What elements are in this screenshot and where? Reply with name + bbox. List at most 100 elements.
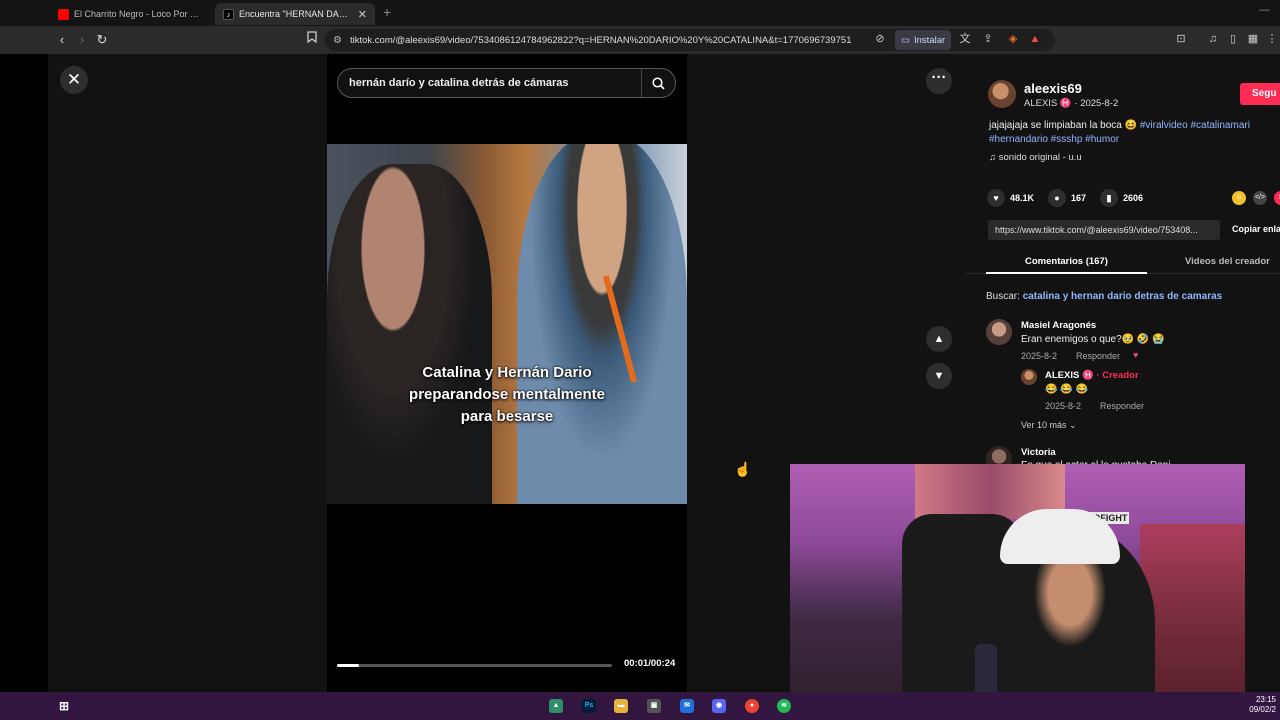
username[interactable]: aleexis69 — [1024, 81, 1082, 96]
comment-date: 2025-8-2 — [1021, 351, 1058, 361]
new-tab-button[interactable]: + — [383, 4, 391, 20]
taskbar: ⊞ ▲ Ps ▬ ▣ ✉ ◉ ● ≋ 23:15 09/02/2 — [0, 692, 1280, 720]
monitor-icon: ▭ — [901, 34, 910, 46]
discord-icon[interactable]: ◉ — [712, 699, 726, 713]
more-options-icon[interactable]: ··· — [926, 68, 952, 94]
sidebar-icon[interactable]: ▯ — [1225, 31, 1241, 47]
extensions-icon[interactable]: ▦ — [1245, 31, 1261, 47]
forward-icon[interactable]: › — [72, 30, 92, 50]
translate-icon[interactable]: 文 — [957, 31, 973, 47]
comment-author[interactable]: Victoria — [1021, 447, 1056, 458]
search-input[interactable]: hernán darío y catalina detrás de cámara… — [338, 77, 641, 89]
hand-cursor-icon: ☝ — [734, 461, 752, 477]
share-icon[interactable]: ⇪ — [980, 31, 996, 47]
reply-author[interactable]: ALEXIS ♓ · Creador — [1045, 370, 1139, 381]
windows-start-icon[interactable]: ⊞ — [57, 699, 71, 713]
site-info-icon[interactable]: ⚙ — [333, 35, 342, 46]
caption-line: Catalina y Hernán Dario — [422, 364, 592, 381]
tab-title: Encuentra "HERNAN DARIO Y — [239, 9, 354, 19]
reply-link[interactable]: Responder — [1076, 351, 1120, 361]
search-suggestion-query[interactable]: catalina y hernan dario detras de camara… — [1023, 291, 1223, 302]
save-count: 2606 — [1123, 193, 1144, 203]
app-icon[interactable]: ▲ — [549, 699, 563, 713]
store-icon[interactable]: ▣ — [647, 699, 661, 713]
mail-icon[interactable]: ✉ — [680, 699, 694, 713]
display-name: ALEXIS ♓ — [1024, 98, 1072, 109]
view-more-replies[interactable]: Ver 10 más ⌄ — [1021, 420, 1077, 431]
chrome-icon[interactable]: ● — [745, 699, 759, 713]
user-info: ALEXIS ♓ · 2025-8-2 — [1024, 98, 1118, 109]
save-button[interactable]: ▮ 2606 — [1100, 189, 1143, 207]
post-date: 2025-8-2 — [1080, 98, 1119, 109]
search-bar[interactable]: hernán darío y catalina detrás de cámara… — [337, 68, 676, 98]
search-icon[interactable] — [641, 69, 675, 97]
view-more-label: Ver 10 más — [1021, 420, 1067, 430]
description-text: jajajajaja se limpiaban la boca 😆 — [989, 120, 1140, 131]
avatar[interactable] — [988, 80, 1016, 108]
caption-line: para besarse — [460, 408, 554, 425]
reply-text: 😂 😂 😂 — [1045, 384, 1088, 395]
comment-count: 167 — [1071, 193, 1087, 203]
reload-icon[interactable]: ↻ — [92, 30, 112, 50]
embed-icon[interactable]: </> — [1253, 191, 1267, 205]
reply-link[interactable]: Responder — [1100, 401, 1144, 411]
follow-button[interactable]: Segu — [1240, 83, 1280, 105]
tab-tiktok[interactable]: ♪ Encuentra "HERNAN DARIO Y ✕ — [215, 3, 375, 25]
spotify-icon[interactable]: ≋ — [777, 699, 791, 713]
share-link-field[interactable]: https://www.tiktok.com/@aleexis69/video/… — [988, 220, 1220, 240]
video-frame[interactable]: Catalina y Hernán Dario preparandose men… — [327, 144, 687, 504]
like-count: 48.1K — [1010, 193, 1035, 203]
video-person-left — [327, 164, 492, 504]
no-tracking-icon[interactable]: ⊘ — [872, 31, 888, 47]
search-suggestion[interactable]: Buscar: catalina y hernan dario detras d… — [986, 291, 1222, 302]
avatar[interactable] — [986, 319, 1012, 345]
reply-date: 2025-8-2 — [1045, 401, 1082, 411]
time-display: 00:01/00:24 — [624, 658, 676, 669]
clock-date: 09/02/2 — [1249, 705, 1276, 714]
comment-button[interactable]: ● 167 — [1048, 189, 1086, 207]
reply-author-name: ALEXIS ♓ — [1045, 370, 1094, 381]
webcam-overlay: DTODOFIGHT — [790, 464, 1245, 720]
avatar[interactable] — [1021, 369, 1037, 385]
video-caption: Catalina y Hernán Dario preparandose men… — [367, 362, 647, 428]
tab-youtube[interactable]: El Charrito Negro - Loco Por Amor (V — [50, 3, 210, 25]
sound-label: sonido original - u.u — [998, 152, 1082, 163]
friends-share-icon[interactable]: ☺ — [1232, 191, 1246, 205]
next-video-icon[interactable]: ▼ — [926, 363, 952, 389]
comment-icon: ● — [1048, 189, 1066, 207]
send-icon[interactable]: ➤ — [1274, 191, 1280, 205]
bookmark-icon[interactable] — [304, 31, 320, 47]
red-light — [1140, 524, 1245, 720]
progress-bar[interactable] — [337, 664, 612, 667]
creator-badge: · Creador — [1096, 370, 1139, 381]
photoshop-icon[interactable]: Ps — [582, 699, 596, 713]
browser-tab-strip: El Charrito Negro - Loco Por Amor (V ♪ E… — [0, 0, 1280, 26]
close-icon[interactable]: ✕ — [60, 66, 88, 94]
comment-author[interactable]: Masiel Aragonés — [1021, 320, 1096, 331]
heart-icon: ♥ — [987, 189, 1005, 207]
caption-line: preparandose mentalmente — [409, 386, 605, 403]
previous-video-icon[interactable]: ▲ — [926, 326, 952, 352]
minimize-icon[interactable]: — — [1259, 4, 1270, 16]
panel-tabs: Comentarios (167) Videos del creador — [966, 250, 1280, 274]
rewards-icon[interactable]: ▲ — [1027, 31, 1043, 47]
close-tab-icon[interactable]: ✕ — [358, 8, 367, 21]
menu-icon[interactable]: ⋮ — [1264, 31, 1280, 47]
copy-link-button[interactable]: Copiar enla — [1232, 224, 1280, 234]
comment-text: Eran enemigos o que?🥹 🤣 😭 — [1021, 334, 1165, 345]
system-clock[interactable]: 23:15 09/02/2 — [1249, 695, 1276, 715]
search-prefix: Buscar: — [986, 291, 1023, 302]
sound-link[interactable]: ♫ sonido original - u.u — [989, 152, 1082, 163]
tab-search-icon[interactable]: ⊡ — [1173, 31, 1189, 47]
tab-creator-videos[interactable]: Videos del creador — [1185, 256, 1270, 267]
video-person-right — [517, 144, 687, 504]
like-button[interactable]: ♥ 48.1K — [987, 189, 1034, 207]
back-icon[interactable]: ‹ — [52, 30, 72, 50]
file-explorer-icon[interactable]: ▬ — [614, 699, 628, 713]
install-app-button[interactable]: ▭ Instalar — [895, 30, 952, 50]
active-tab-indicator — [986, 272, 1147, 274]
tab-comments[interactable]: Comentarios (167) — [1025, 256, 1108, 267]
video-player[interactable]: hernán darío y catalina detrás de cámara… — [327, 54, 687, 692]
music-icon[interactable]: ♫ — [1205, 31, 1221, 47]
brave-shield-icon[interactable]: ◈ — [1005, 31, 1021, 47]
